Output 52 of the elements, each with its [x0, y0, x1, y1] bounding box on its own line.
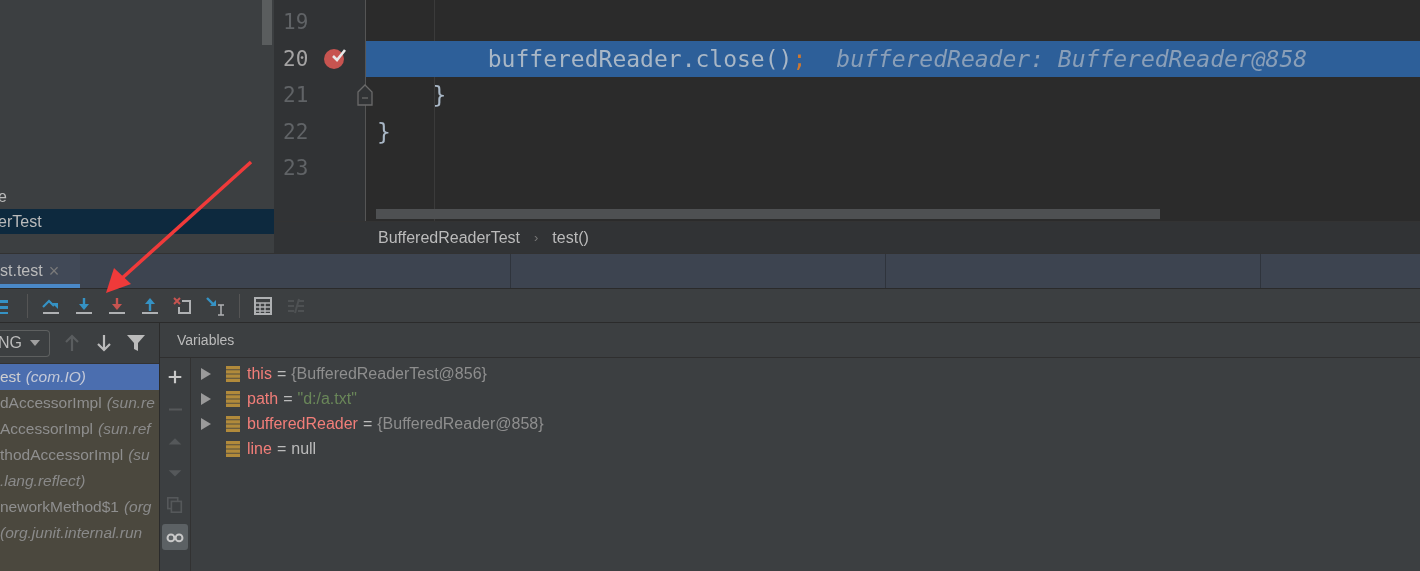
debug-tab[interactable]: st.test × [0, 254, 80, 288]
drop-frame-icon[interactable] [173, 295, 193, 316]
stack-frame[interactable]: dAccessorImpl (sun.re [0, 390, 159, 416]
field-icon [226, 440, 240, 457]
variable-value: {BufferedReaderTest@856} [291, 364, 487, 383]
force-step-into-icon[interactable] [107, 295, 127, 316]
code-text: } [377, 118, 391, 145]
variable-name: path [247, 389, 279, 408]
arrow-down-icon[interactable] [94, 333, 114, 353]
scrollbar[interactable] [376, 209, 1160, 219]
code-text: ; [792, 45, 807, 72]
stack-frame[interactable]: .lang.reflect) [0, 468, 159, 494]
field-icon [226, 415, 240, 432]
plus-icon [166, 368, 184, 386]
glasses-button[interactable] [162, 524, 188, 550]
line-number: 20 [283, 46, 309, 71]
run-to-cursor-icon[interactable] [206, 295, 226, 316]
variable-value: null [291, 439, 317, 458]
equals-sign: = [362, 414, 373, 433]
expand-arrow-icon[interactable] [200, 416, 212, 431]
inline-value-hint: bufferedReader: BufferedReader@858 [836, 45, 1308, 72]
variable-value: {BufferedReader@858} [377, 414, 544, 433]
equals-sign: = [276, 364, 287, 383]
breadcrumb-separator: › [534, 230, 539, 246]
variable-value: "d:/a.txt" [297, 389, 357, 408]
panel-title: Variables [177, 332, 235, 348]
equals-sign: = [276, 439, 287, 458]
expand-arrow-icon[interactable] [200, 391, 212, 406]
fold-icon[interactable] [357, 84, 373, 106]
caret-icon [30, 340, 40, 346]
step-into-icon[interactable] [74, 295, 94, 316]
expand-arrow-icon[interactable] [200, 366, 212, 381]
code-text: bufferedReader.close() [486, 45, 793, 72]
stack-frame[interactable]: AccessorImpl (sun.ref [0, 416, 159, 442]
code-text: } [431, 82, 447, 109]
field-icon [226, 390, 240, 407]
variable-name: this [247, 364, 272, 383]
variable-name: line [247, 439, 272, 458]
thread-dropdown[interactable]: NG [0, 329, 50, 357]
stack-frame[interactable]: neworkMethod$1 (org [0, 494, 159, 520]
breadcrumb[interactable]: BufferedReaderTest [378, 228, 520, 247]
variable-name: bufferedReader [247, 414, 358, 433]
filter-icon[interactable] [126, 333, 146, 353]
stack-frame[interactable]: thodAccessorImpl (su [0, 442, 159, 468]
equals-sign: = [283, 389, 293, 408]
evaluate-icon[interactable] [253, 295, 273, 316]
breadcrumb[interactable]: test() [552, 228, 589, 247]
copy-icon [166, 496, 184, 514]
field-icon [226, 365, 240, 382]
stack-frame[interactable]: (org.junit.internal.run [0, 520, 159, 546]
stack-frame[interactable]: est (com.IO) [0, 364, 159, 390]
scrollbar[interactable] [262, 0, 272, 45]
